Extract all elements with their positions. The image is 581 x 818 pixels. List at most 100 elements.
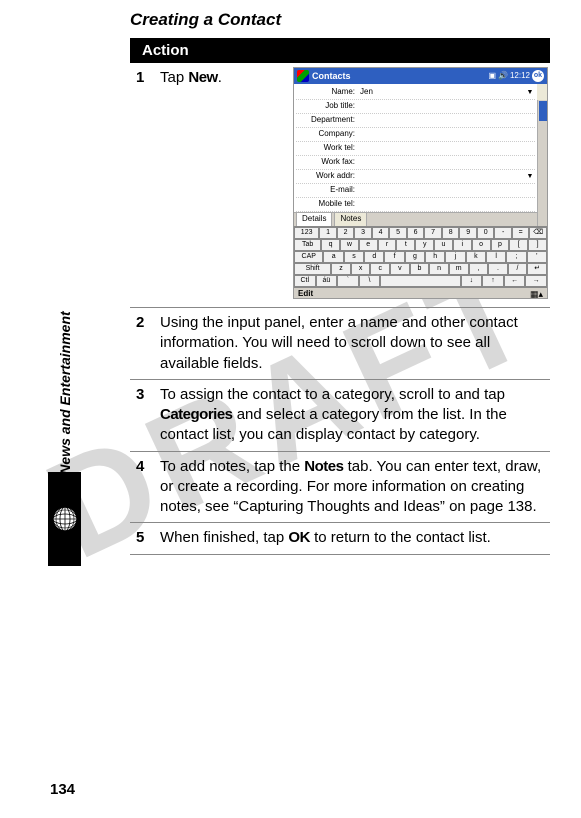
key[interactable]: k (466, 251, 486, 263)
page-content: Creating a Contact News and Entertainmen… (0, 0, 581, 818)
key[interactable]: o (472, 239, 491, 251)
field-jobtitle[interactable]: Job title: (296, 100, 535, 114)
key[interactable]: g (405, 251, 425, 263)
key[interactable]: 9 (459, 227, 477, 239)
field-worktel[interactable]: Work tel: (296, 142, 535, 156)
key[interactable]: . (488, 263, 508, 275)
tab-details[interactable]: Details (296, 212, 332, 226)
soft-keyboard[interactable]: 1231234567890-=⌫ Tabqwertyuiop[] CAPasdf… (294, 226, 547, 287)
dropdown-arrow-icon[interactable]: ▼ (525, 172, 535, 181)
key[interactable]: f (384, 251, 404, 263)
key[interactable]: [ (509, 239, 528, 251)
key[interactable]: \ (359, 275, 381, 287)
field-workaddr[interactable]: Work addr: ▼ (296, 170, 535, 184)
field-email[interactable]: E-mail: (296, 184, 535, 198)
titlebar-icons: ▣ 🔊 12:12 ok (488, 70, 544, 82)
field-label: Company: (296, 129, 358, 140)
key[interactable]: x (351, 263, 371, 275)
field-label: Work addr: (296, 171, 358, 182)
key[interactable]: h (425, 251, 445, 263)
contact-form: Name:Jen▼ Job title: Department: Company… (294, 84, 537, 212)
tool-icon: ▣ (488, 71, 496, 82)
key[interactable]: s (344, 251, 364, 263)
key[interactable]: 7 (424, 227, 442, 239)
key-down[interactable]: ↓ (461, 275, 483, 287)
field-department[interactable]: Department: (296, 114, 535, 128)
device-bottom-bar: Edit ▦▴ (294, 287, 547, 299)
key-backspace[interactable]: ⌫ (529, 227, 547, 239)
key-up[interactable]: ↑ (482, 275, 504, 287)
key[interactable]: , (469, 263, 489, 275)
key[interactable]: b (410, 263, 430, 275)
key[interactable]: d (364, 251, 384, 263)
key-shift[interactable]: Shift (294, 263, 331, 275)
key[interactable]: u (434, 239, 453, 251)
key[interactable]: 123 (294, 227, 319, 239)
key[interactable]: a (323, 251, 343, 263)
key[interactable]: i (453, 239, 472, 251)
key[interactable]: r (378, 239, 397, 251)
key[interactable]: ] (528, 239, 547, 251)
key[interactable]: q (321, 239, 340, 251)
key-left[interactable]: ← (504, 275, 526, 287)
tab-notes[interactable]: Notes (334, 212, 367, 226)
key[interactable]: 8 (442, 227, 460, 239)
key[interactable]: 4 (372, 227, 390, 239)
key[interactable]: j (445, 251, 465, 263)
field-name[interactable]: Name:Jen▼ (296, 86, 535, 100)
field-workfax[interactable]: Work fax: (296, 156, 535, 170)
key[interactable]: 3 (354, 227, 372, 239)
time-label: 12:12 (510, 71, 530, 82)
device-titlebar: Contacts ▣ 🔊 12:12 ok (294, 68, 547, 84)
key[interactable]: t (396, 239, 415, 251)
keyword-ok: OK (288, 529, 310, 546)
key[interactable]: - (494, 227, 512, 239)
key[interactable]: m (449, 263, 469, 275)
key[interactable]: c (370, 263, 390, 275)
key-space[interactable] (380, 275, 460, 287)
key[interactable]: 1 (319, 227, 337, 239)
key-caps[interactable]: CAP (294, 251, 323, 263)
text-fragment: to return to the contact list. (310, 529, 491, 546)
tabs-row: Details Notes (294, 212, 547, 226)
key-intl[interactable]: áü (316, 275, 338, 287)
key[interactable]: z (331, 263, 351, 275)
page-number: 134 (50, 781, 75, 798)
step-number: 2 (136, 313, 160, 374)
key[interactable]: 6 (407, 227, 425, 239)
key[interactable]: ' (527, 251, 547, 263)
key[interactable]: p (491, 239, 510, 251)
field-value: Jen (358, 87, 525, 98)
key-tab[interactable]: Tab (294, 239, 321, 251)
scrollbar[interactable] (537, 100, 547, 226)
key[interactable]: v (390, 263, 410, 275)
key[interactable]: / (508, 263, 528, 275)
step-number: 4 (136, 457, 160, 518)
edit-menu[interactable]: Edit (298, 289, 313, 299)
key[interactable]: 2 (337, 227, 355, 239)
key-right[interactable]: → (525, 275, 547, 287)
key[interactable]: e (359, 239, 378, 251)
side-section-label: News and Entertainment (57, 288, 73, 498)
key-ctl[interactable]: Ctl (294, 275, 316, 287)
key[interactable]: 0 (477, 227, 495, 239)
field-mobile[interactable]: Mobile tel: (296, 198, 535, 212)
speaker-icon: 🔊 (498, 71, 508, 82)
key[interactable]: ` (337, 275, 359, 287)
key[interactable]: ; (506, 251, 526, 263)
key-enter[interactable]: ↵ (527, 263, 547, 275)
field-company[interactable]: Company: (296, 128, 535, 142)
key[interactable]: = (512, 227, 530, 239)
keyboard-toggle-icon[interactable]: ▦▴ (530, 288, 543, 299)
dropdown-arrow-icon[interactable]: ▼ (525, 88, 535, 97)
key[interactable]: l (486, 251, 506, 263)
step-text: When finished, tap OK to return to the c… (160, 528, 544, 548)
key[interactable]: 5 (389, 227, 407, 239)
scrollbar-thumb[interactable] (539, 101, 547, 121)
ok-button[interactable]: ok (532, 70, 544, 82)
app-title: Contacts (312, 70, 488, 82)
key[interactable]: n (429, 263, 449, 275)
key[interactable]: y (415, 239, 434, 251)
key[interactable]: w (340, 239, 359, 251)
field-label: Department: (296, 115, 358, 126)
